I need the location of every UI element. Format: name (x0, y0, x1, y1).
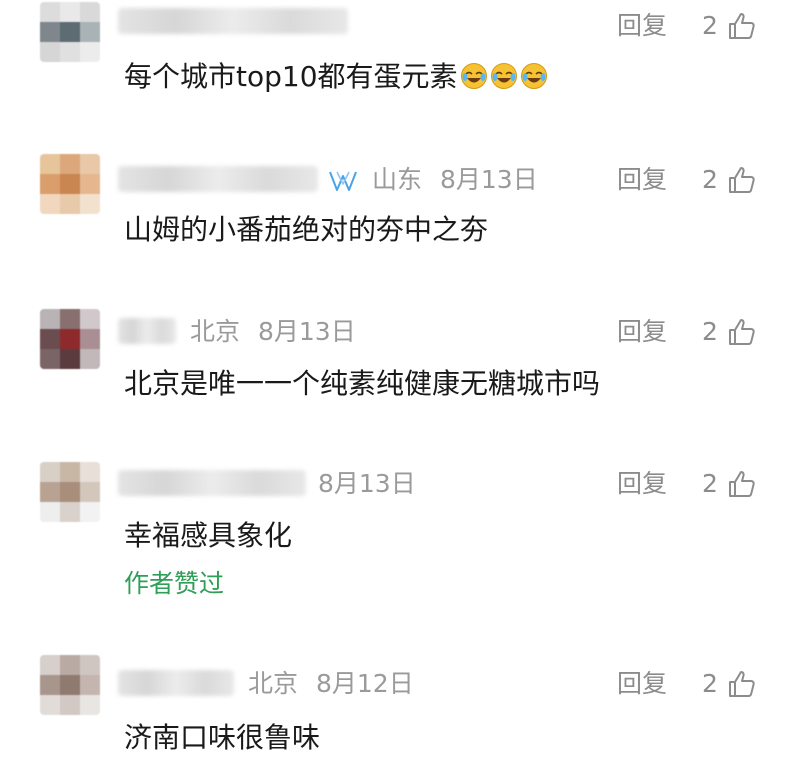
comment-text: 幸福感具象化 (124, 519, 293, 552)
avatar-pixel (80, 2, 100, 22)
comment-location: 山东 (372, 165, 423, 194)
comment-location: 北京 (248, 669, 299, 698)
reply-button[interactable]: 回复 (617, 11, 667, 41)
like-count: 2 (702, 165, 718, 194)
avatar-pixel (60, 482, 80, 502)
like-count: 2 (702, 469, 718, 498)
avatar-pixel (60, 329, 80, 349)
avatar-pixel (60, 655, 80, 675)
avatar-pixel (80, 502, 100, 522)
avatar[interactable] (40, 655, 100, 715)
avatar-pixel (60, 502, 80, 522)
avatar-pixel (80, 329, 100, 349)
like-count: 2 (702, 11, 718, 40)
comment-date: 8月13日 (440, 165, 538, 194)
username-blurred[interactable] (118, 318, 176, 344)
thumbs-up-icon[interactable] (727, 165, 757, 195)
avatar-pixel (80, 194, 100, 214)
comment-text: 北京是唯一一个纯素纯健康无糖城市吗 (124, 367, 601, 400)
avatar-pixel (60, 154, 80, 174)
avatar-pixel (40, 42, 60, 62)
avatar-pixel (40, 655, 60, 675)
avatar-pixel (80, 349, 100, 369)
comment-item: 北京 8月12日 回复 2 济南口味很鲁味 (0, 650, 800, 780)
thumbs-up-icon[interactable] (727, 11, 757, 41)
avatar-pixel (60, 194, 80, 214)
comment-item: 北京 8月13日 回复 2 北京是唯一一个纯素纯健康无糖城市吗 (0, 300, 800, 452)
avatar-pixel (40, 174, 60, 194)
avatar[interactable] (40, 2, 100, 62)
avatar-pixel (60, 174, 80, 194)
comment-location: 北京 (190, 317, 241, 346)
thumbs-up-icon[interactable] (727, 469, 757, 499)
avatar-pixel (60, 675, 80, 695)
avatar-pixel (80, 174, 100, 194)
avatar-pixel (40, 22, 60, 42)
comment-item: 山东 8月13日 回复 2 山姆的小番茄绝对的夯中之夯 (0, 140, 800, 300)
avatar-pixel (40, 482, 60, 502)
avatar[interactable] (40, 154, 100, 214)
avatar[interactable] (40, 462, 100, 522)
avatar-pixel (40, 329, 60, 349)
like-count: 2 (702, 669, 718, 698)
avatar-pixel (80, 482, 100, 502)
reply-button[interactable]: 回复 (617, 469, 667, 499)
avatar-pixel (60, 42, 80, 62)
avatar-pixel (80, 154, 100, 174)
avatar-pixel (40, 695, 60, 715)
username-blurred[interactable] (118, 8, 348, 34)
reply-button[interactable]: 回复 (617, 669, 667, 699)
username-blurred[interactable] (118, 166, 318, 192)
avatar-pixel (80, 309, 100, 329)
avatar-pixel (40, 675, 60, 695)
comment-item: 回复 2 每个城市top10都有蛋元素 (0, 0, 800, 140)
avatar-pixel (80, 675, 100, 695)
avatar-pixel (40, 349, 60, 369)
avatar-pixel (60, 22, 80, 42)
username-blurred[interactable] (118, 470, 306, 496)
author-liked-label: 作者赞过 (124, 569, 225, 598)
laugh-cry-emoji-icon (460, 63, 487, 89)
reply-button[interactable]: 回复 (617, 165, 667, 195)
avatar-pixel (60, 2, 80, 22)
reply-button[interactable]: 回复 (617, 317, 667, 347)
avatar-pixel (80, 22, 100, 42)
comment-text: 每个城市top10都有蛋元素 (124, 59, 548, 95)
avatar-pixel (40, 194, 60, 214)
username-blurred[interactable] (118, 670, 234, 696)
avatar-pixel (40, 462, 60, 482)
verified-badge-icon (329, 171, 357, 191)
avatar-pixel (60, 349, 80, 369)
avatar-pixel (40, 2, 60, 22)
avatar-pixel (80, 695, 100, 715)
comment-date: 8月13日 (258, 317, 356, 346)
avatar-pixel (80, 655, 100, 675)
comment-date: 8月12日 (316, 669, 414, 698)
thumbs-up-icon[interactable] (727, 317, 757, 347)
comment-date: 8月13日 (318, 469, 416, 498)
laugh-cry-emoji-icon (520, 63, 547, 89)
laugh-cry-emoji-icon (490, 63, 517, 89)
avatar[interactable] (40, 309, 100, 369)
comment-text-content: 每个城市top10都有蛋元素 (124, 60, 458, 93)
avatar-pixel (40, 502, 60, 522)
avatar-pixel (80, 42, 100, 62)
avatar-pixel (80, 462, 100, 482)
comment-item: 8月13日 回复 2 幸福感具象化 作者赞过 (0, 452, 800, 650)
comment-text: 济南口味很鲁味 (124, 721, 321, 754)
avatar-pixel (60, 695, 80, 715)
avatar-pixel (40, 154, 60, 174)
like-count: 2 (702, 317, 718, 346)
avatar-pixel (60, 462, 80, 482)
thumbs-up-icon[interactable] (727, 669, 757, 699)
avatar-pixel (60, 309, 80, 329)
avatar-pixel (40, 309, 60, 329)
comment-text: 山姆的小番茄绝对的夯中之夯 (124, 213, 489, 246)
